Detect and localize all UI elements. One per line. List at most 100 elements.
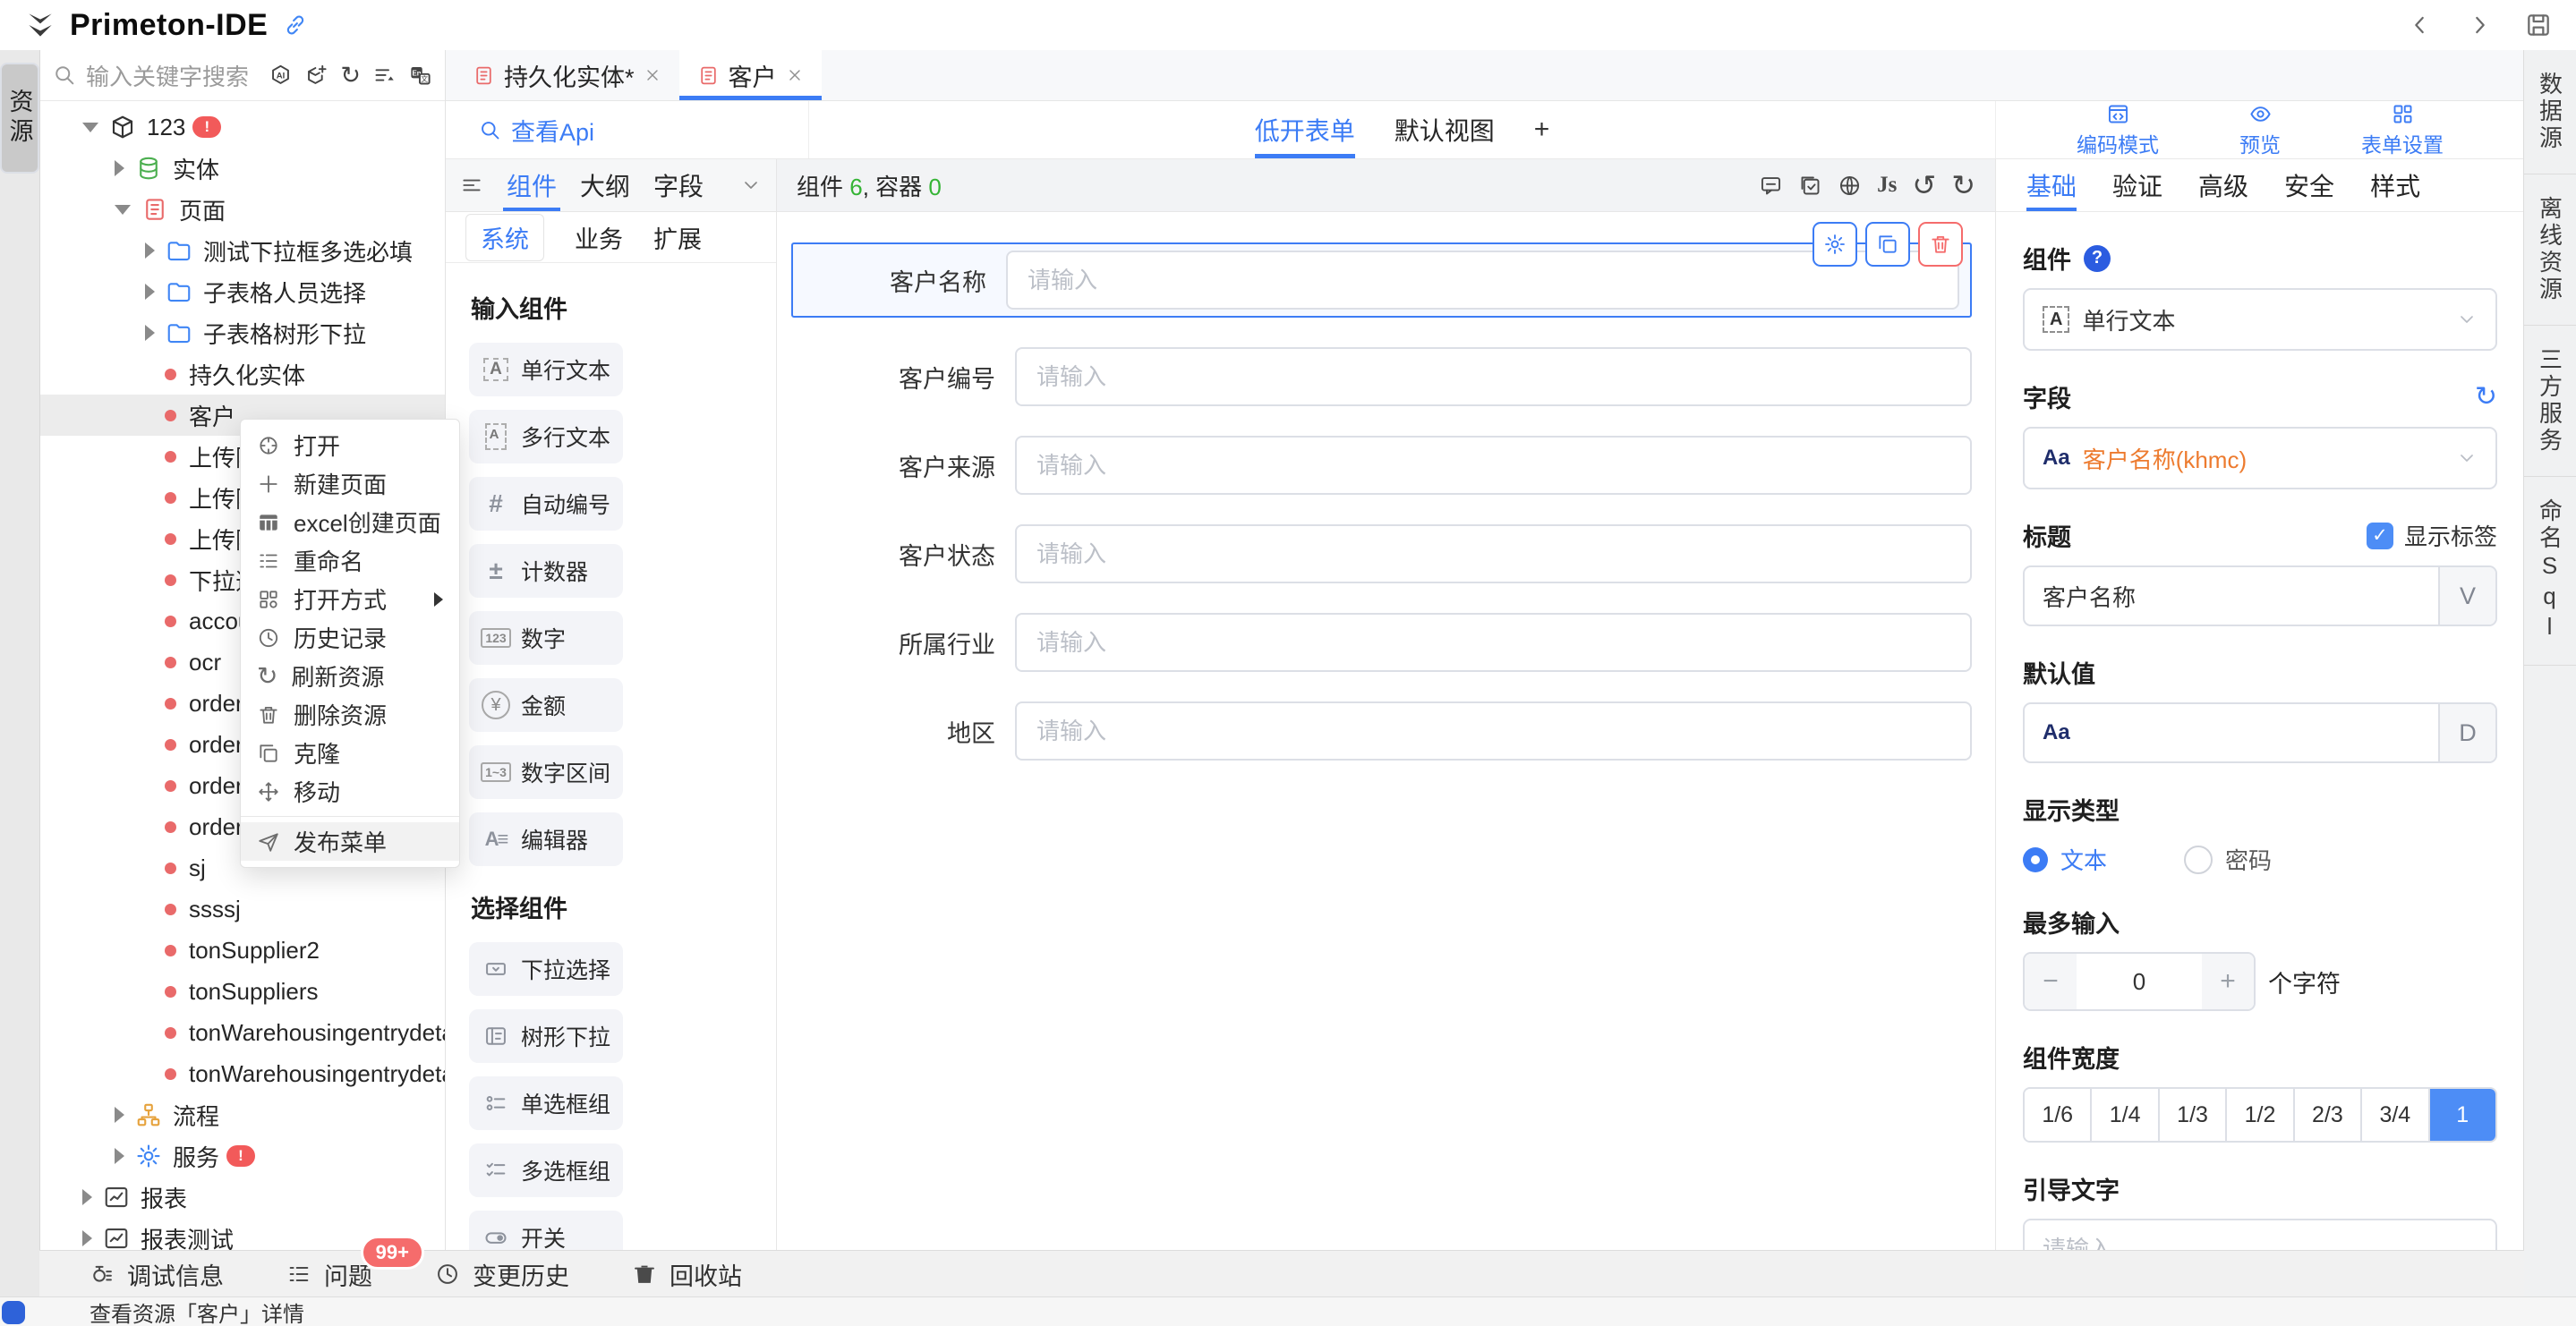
problems-button[interactable]: 问题 99+: [286, 1257, 372, 1292]
field-customer-source[interactable]: 客户来源: [791, 436, 1972, 495]
preview-button[interactable]: 预览: [2239, 102, 2281, 158]
width-option[interactable]: 2/3: [2295, 1089, 2362, 1141]
tree-item-entities[interactable]: 实体: [39, 148, 445, 189]
back-icon[interactable]: [2406, 11, 2435, 39]
expand-icon[interactable]: [115, 1148, 124, 1164]
tree-item-folder[interactable]: 测试下拉框多选必填: [39, 230, 445, 271]
translate-icon[interactable]: En文: [408, 64, 432, 88]
tree-item-pages[interactable]: 页面: [39, 189, 445, 230]
inspector-tab-basic[interactable]: 基础: [2026, 159, 2077, 211]
radio-text[interactable]: 文本: [2023, 843, 2107, 876]
show-label-checkbox[interactable]: ✓ 显示标签: [2367, 519, 2497, 552]
field-input[interactable]: [1015, 436, 1972, 495]
field-industry[interactable]: 所属行业: [791, 613, 1972, 672]
width-option[interactable]: 3/4: [2362, 1089, 2429, 1141]
help-icon[interactable]: ?: [2084, 245, 2111, 272]
stepper-value[interactable]: 0: [2077, 954, 2202, 1009]
palette-item-switch[interactable]: 开关: [469, 1211, 623, 1251]
ai-icon[interactable]: AI: [269, 64, 293, 88]
subtab-business[interactable]: 业务: [575, 220, 623, 255]
canvas-body[interactable]: 客户名称 客户编号 客户来源 客户状态: [777, 212, 1995, 1251]
expand-icon[interactable]: [115, 160, 124, 176]
expand-icon[interactable]: [115, 1107, 124, 1123]
field-delete-button[interactable]: [1918, 222, 1963, 267]
tree-item-reports[interactable]: 报表: [39, 1177, 445, 1218]
field-input[interactable]: [1015, 701, 1972, 761]
expand-icon[interactable]: [145, 242, 155, 259]
tree-item-page[interactable]: ssssj: [39, 888, 445, 930]
menu-item-delete-resource[interactable]: 删除资源: [241, 695, 459, 734]
tree-item-services[interactable]: 服务!: [39, 1135, 445, 1177]
menu-item-clone[interactable]: 克隆: [241, 734, 459, 772]
menu-item-publish-menu[interactable]: 发布菜单: [241, 822, 459, 861]
width-option[interactable]: 1/6: [2025, 1089, 2092, 1141]
right-tab-third-party-services[interactable]: 三方服务: [2524, 326, 2576, 477]
form-settings-button[interactable]: 表单设置: [2361, 102, 2444, 158]
palette-item-number-range[interactable]: 1~3数字区间: [469, 745, 623, 799]
editor-tab-customer[interactable]: 客户: [679, 50, 822, 100]
inspector-tab-security[interactable]: 安全: [2284, 159, 2334, 211]
palette-tab-outline[interactable]: 大纲: [580, 159, 630, 211]
js-icon[interactable]: Js: [1877, 173, 1897, 198]
palette-item-checkbox-group[interactable]: 多选框组: [469, 1143, 623, 1197]
refresh-icon[interactable]: ↻: [340, 62, 361, 89]
save-icon[interactable]: [2524, 11, 2553, 39]
palette-item-tree-dropdown[interactable]: 树形下拉: [469, 1009, 623, 1063]
default-value-input[interactable]: Aa: [2025, 704, 2438, 761]
menu-item-history[interactable]: 历史记录: [241, 618, 459, 657]
tree-item-page[interactable]: tonSupplier2: [39, 930, 445, 971]
code-mode-button[interactable]: 编码模式: [2077, 102, 2159, 158]
add-view-button[interactable]: +: [1534, 115, 1550, 145]
redo-icon[interactable]: ↻: [1951, 171, 1975, 200]
field-customer-status[interactable]: 客户状态: [791, 524, 1972, 583]
globe-icon[interactable]: [1838, 174, 1862, 198]
title-input[interactable]: [2025, 567, 2438, 625]
close-icon[interactable]: [644, 66, 661, 84]
right-tab-named-sql[interactable]: 命名Sql: [2524, 477, 2576, 666]
comment-icon[interactable]: [1759, 174, 1783, 198]
width-option[interactable]: 1/3: [2160, 1089, 2227, 1141]
recycle-bin-button[interactable]: 回收站: [632, 1257, 742, 1292]
tree-item-processes[interactable]: 流程: [39, 1094, 445, 1135]
tree-item-project[interactable]: 123!: [39, 106, 445, 148]
view-tab-default-view[interactable]: 默认视图: [1395, 101, 1495, 158]
subtab-system[interactable]: 系统: [465, 214, 544, 261]
menu-item-new-page[interactable]: 新建页面: [241, 464, 459, 503]
menu-item-open[interactable]: 打开: [241, 426, 459, 464]
change-history-button[interactable]: 变更历史: [435, 1257, 569, 1292]
sync-icon[interactable]: ↻: [2475, 384, 2497, 411]
chevron-down-icon[interactable]: [740, 174, 762, 196]
view-tab-lowcode-form[interactable]: 低开表单: [1255, 101, 1355, 158]
sidebar-tab-resources[interactable]: 资源: [0, 63, 39, 174]
view-api-link[interactable]: 查看Api: [446, 101, 809, 158]
tree-item-page[interactable]: tonWarehousingentrydetails: [39, 1012, 445, 1053]
field-customer-code[interactable]: 客户编号: [791, 347, 1972, 406]
tree-item-folder[interactable]: 子表格人员选择: [39, 271, 445, 312]
guide-text-input[interactable]: [2025, 1220, 2495, 1251]
undo-icon[interactable]: ↺: [1912, 171, 1936, 200]
field-input[interactable]: [1015, 524, 1972, 583]
palette-item-counter[interactable]: ±计数器: [469, 544, 623, 598]
width-option-selected[interactable]: 1: [2430, 1089, 2495, 1141]
expand-icon[interactable]: [82, 1189, 92, 1205]
radio-password[interactable]: 密码: [2184, 843, 2272, 876]
expand-icon[interactable]: [145, 325, 155, 341]
stepper-minus-button[interactable]: −: [2025, 954, 2077, 1009]
width-option[interactable]: 1/4: [2092, 1089, 2159, 1141]
right-tab-datasource[interactable]: 数据源: [2524, 50, 2576, 174]
palette-item-editor[interactable]: A≡编辑器: [469, 812, 623, 866]
search-input[interactable]: 输入关键字搜索: [86, 59, 260, 92]
forward-icon[interactable]: [2465, 11, 2494, 39]
dynamic-suffix-button[interactable]: D: [2438, 704, 2495, 761]
width-option[interactable]: 1/2: [2227, 1089, 2294, 1141]
subtab-extension[interactable]: 扩展: [653, 220, 702, 255]
inspector-tab-advanced[interactable]: 高级: [2198, 159, 2248, 211]
inspector-tab-style[interactable]: 样式: [2370, 159, 2420, 211]
field-input[interactable]: [1015, 347, 1972, 406]
field-copy-button[interactable]: [1865, 222, 1910, 267]
menu-item-refresh-resource[interactable]: ↻刷新资源: [241, 657, 459, 695]
palette-item-auto-number[interactable]: #自动编号: [469, 477, 623, 531]
selected-field-customer-name[interactable]: 客户名称: [791, 242, 1972, 318]
menu-item-rename[interactable]: 重命名: [241, 541, 459, 580]
menu-item-excel-create-page[interactable]: excel创建页面: [241, 503, 459, 541]
